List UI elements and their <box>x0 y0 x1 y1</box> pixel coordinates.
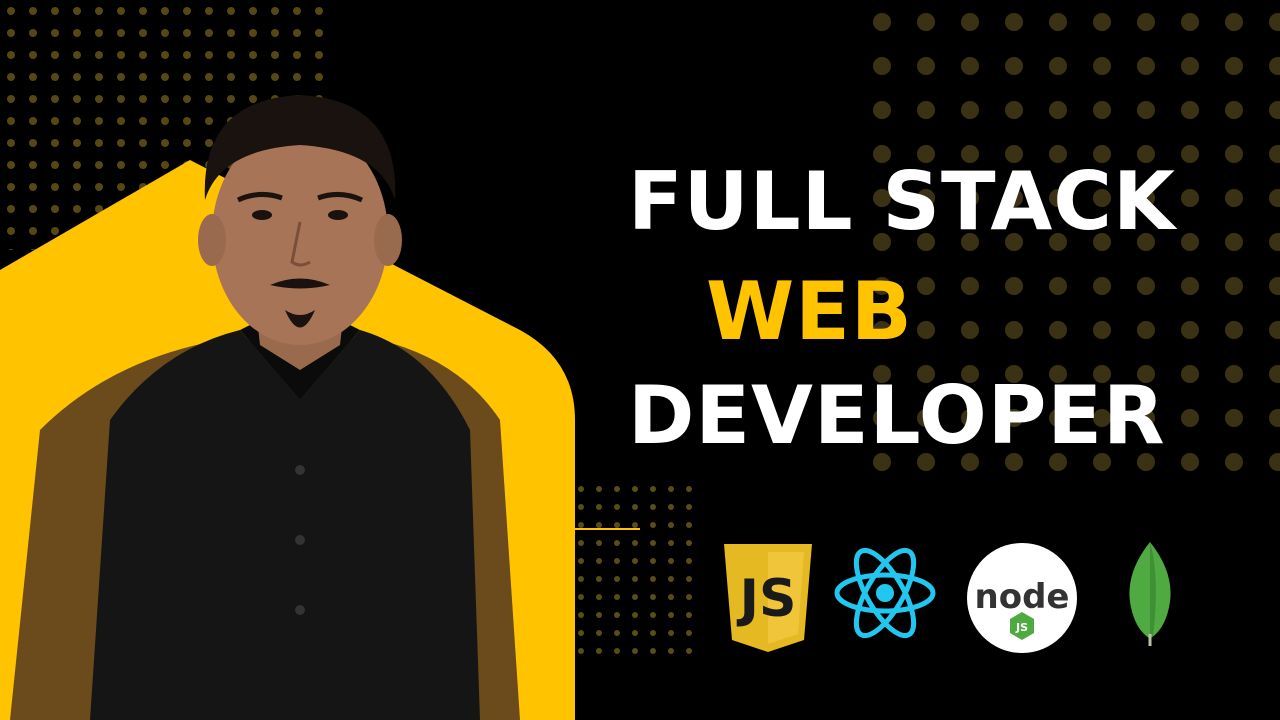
headline-line-web: WEB <box>706 265 913 358</box>
react-icon <box>834 547 936 639</box>
svg-text:JS: JS <box>1015 621 1028 634</box>
headline-line-developer: DEVELOPER <box>628 369 1166 462</box>
svg-text:node: node <box>975 577 1070 617</box>
accent-divider <box>575 528 640 530</box>
svg-text:JS: JS <box>737 569 797 629</box>
mongodb-icon <box>1129 542 1171 646</box>
nodejs-icon: node JS <box>967 543 1077 653</box>
portrait-photo <box>10 95 520 720</box>
javascript-icon: JS <box>724 544 812 652</box>
headline-line-full-stack: FULL STACK <box>628 155 1177 248</box>
